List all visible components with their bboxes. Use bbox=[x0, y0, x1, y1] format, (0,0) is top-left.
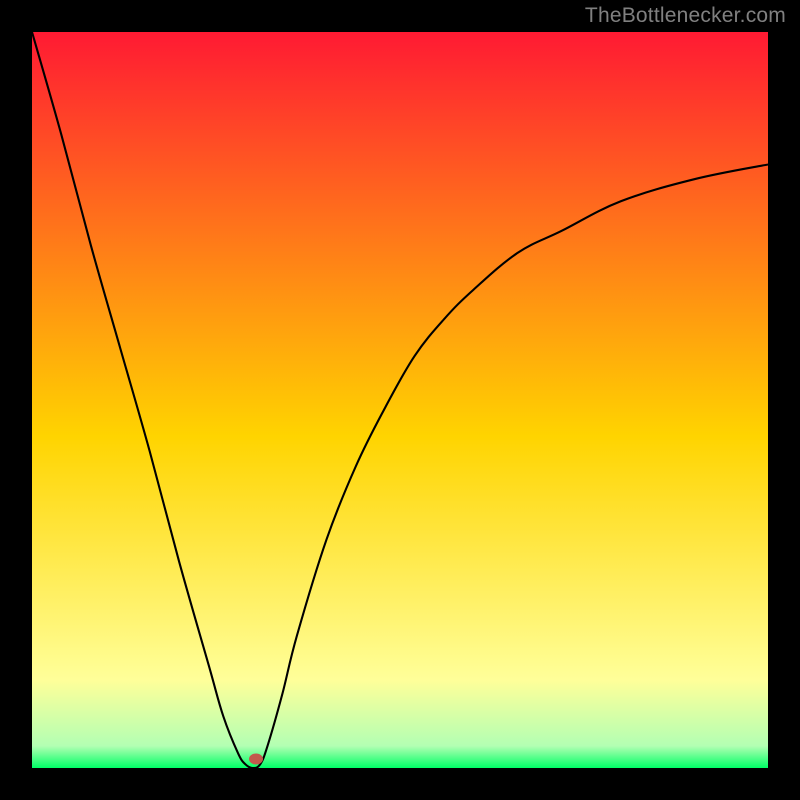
optimal-point-marker bbox=[249, 754, 263, 765]
plot-area bbox=[32, 32, 768, 768]
watermark-text: TheBottlenecker.com bbox=[585, 4, 786, 28]
bottleneck-curve bbox=[32, 32, 768, 768]
